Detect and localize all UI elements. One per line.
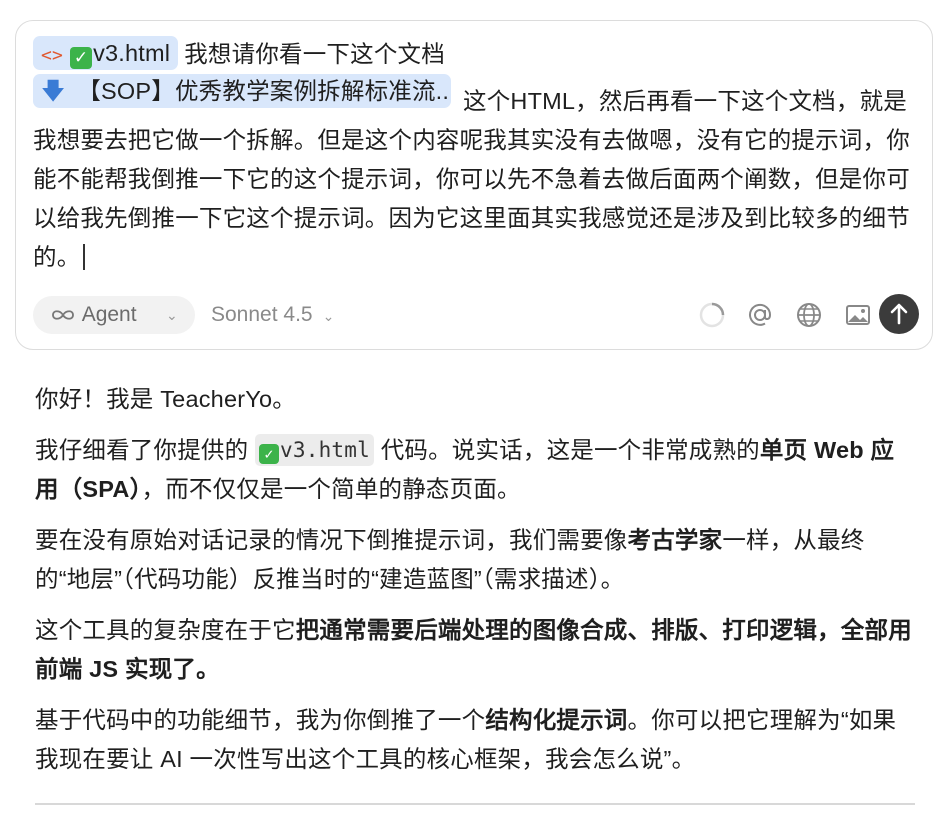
response-paragraph: 我仔细看了你提供的 ✓ v3.html 代码。说实话，这是一个非常成熟的单页 We… <box>35 431 915 509</box>
mode-selector[interactable]: Agent ⌄ <box>33 296 195 334</box>
message-text-part-1: 我想请你看一下这个文档 <box>184 41 445 67</box>
doc-chip-label: 【SOP】优秀教学案例拆解标准流... <box>77 78 451 104</box>
at-icon[interactable] <box>746 301 774 329</box>
response-paragraph: 要在没有原始对话记录的情况下倒推提示词，我们需要像考古学家一样，从最终的“地层”… <box>35 521 915 599</box>
composer-toolbar: Agent ⌄ Sonnet 4.5 ⌄ <box>33 294 923 336</box>
globe-icon[interactable] <box>795 301 823 329</box>
chevron-down-icon: ⌄ <box>166 307 178 323</box>
bold-text: 考古学家 <box>627 527 723 553</box>
inline-code: ✓ v3.html <box>255 434 374 466</box>
file-chip-label: v3.html <box>93 40 171 66</box>
spinner-icon <box>699 302 725 328</box>
bold-text: 结构化提示词 <box>485 707 628 733</box>
file-attachment-chip[interactable]: <> ✓ v3.html <box>33 36 179 70</box>
mode-label: Agent <box>81 303 137 326</box>
infinity-icon <box>52 310 74 320</box>
image-icon[interactable] <box>844 301 872 329</box>
model-label: Sonnet 4.5 <box>211 303 313 326</box>
message-text-part-2: 这个HTML，然后再看一下这个文档，就是我想要去把它做一个拆解。但是这个内容呢我… <box>33 88 910 270</box>
check-icon: ✓ <box>259 444 280 464</box>
text-run: 基于代码中的功能细节，我为你倒推了一个 <box>35 707 486 733</box>
text-run: 这个工具的复杂度在于它 <box>35 617 296 643</box>
check-icon: ✓ <box>70 47 93 69</box>
response-greeting: 你好！我是 TeacherYo。 <box>35 380 915 419</box>
chevron-down-icon: ⌄ <box>322 308 335 324</box>
code-icon: <> <box>41 45 64 66</box>
text-run: ，而不仅仅是一个简单的静态页面。 <box>141 476 521 502</box>
text-run: 我仔细看了你提供的 <box>35 437 249 463</box>
text-run: 要在没有原始对话记录的情况下倒推提示词，我们需要像 <box>35 527 628 553</box>
text-run: 代码。说实话，这是一个非常成熟的 <box>380 437 760 463</box>
chat-composer: <> ✓ v3.html 我想请你看一下这个文档 🡇 【SOP】优秀教学案例拆解标准流.… <box>15 20 933 350</box>
send-arrow-up-icon <box>890 303 908 325</box>
greeting-text: 你好！我是 TeacherYo。 <box>35 386 296 412</box>
arrow-down-icon: 🡇 <box>41 78 66 104</box>
document-attachment-chip[interactable]: 🡇 【SOP】优秀教学案例拆解标准流... <box>33 74 451 108</box>
response-paragraph: 基于代码中的功能细节，我为你倒推了一个结构化提示词。你可以把它理解为“如果我现在… <box>35 701 915 779</box>
message-input[interactable]: <> ✓ v3.html 我想请你看一下这个文档 🡇 【SOP】优秀教学案例拆解标准流.… <box>33 35 923 277</box>
text-caret <box>83 244 86 270</box>
model-selector[interactable]: Sonnet 4.5 ⌄ <box>211 296 334 335</box>
assistant-response: 你好！我是 TeacherYo。 我仔细看了你提供的 ✓ v3.html 代码。说… <box>35 380 915 791</box>
response-paragraph: 这个工具的复杂度在于它把通常需要后端处理的图像合成、排版、打印逻辑，全部用前端 … <box>35 611 915 689</box>
divider <box>35 803 915 805</box>
inline-code-text: v3.html <box>280 438 370 462</box>
send-button[interactable] <box>879 294 919 334</box>
